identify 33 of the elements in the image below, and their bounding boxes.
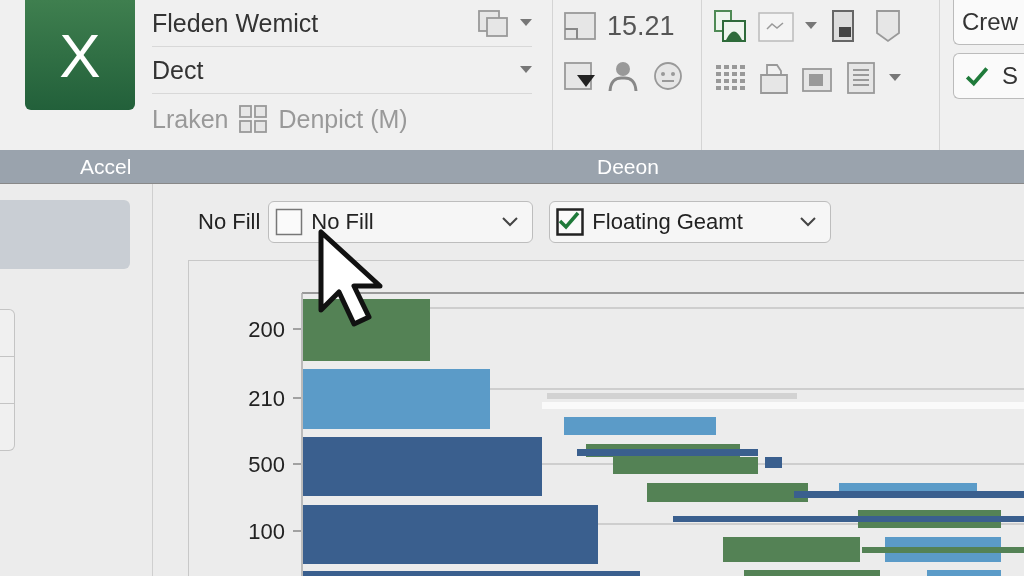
fill-label: No Fill xyxy=(198,209,261,235)
document-filter-icon[interactable] xyxy=(563,59,597,93)
style-dropdown[interactable]: Dect xyxy=(152,47,532,94)
window-icon[interactable] xyxy=(563,9,597,43)
caret-icon xyxy=(805,22,817,30)
floating-dropdown[interactable]: Floating Geamt xyxy=(549,201,832,243)
line-chart-icon[interactable] xyxy=(757,9,795,43)
ribbon-button[interactable]: Crew xyxy=(953,0,1024,45)
cursor-icon xyxy=(318,229,383,327)
axis-label: 100 xyxy=(248,519,285,544)
chevron-down-icon xyxy=(800,217,817,227)
image-copy-icon[interactable] xyxy=(713,9,747,43)
ribbon-button[interactable]: S xyxy=(953,53,1024,99)
grid-icon[interactable] xyxy=(238,104,269,134)
group-label: Accel xyxy=(80,154,132,179)
size-value: 15.21 xyxy=(607,10,675,42)
checkbox[interactable] xyxy=(556,208,585,236)
axis-label: 500 xyxy=(248,452,285,477)
checkbox[interactable] xyxy=(275,208,304,236)
smiley-icon[interactable] xyxy=(651,59,685,93)
app-logo: X xyxy=(25,0,135,110)
font-name-dropdown[interactable]: Fleden Wemict xyxy=(152,0,532,47)
caret-icon xyxy=(889,74,901,82)
caret-icon xyxy=(520,19,532,27)
group-label: Deeon xyxy=(597,154,659,179)
chevron-down-icon xyxy=(502,217,519,227)
info-label: Denpict (M) xyxy=(278,104,408,134)
axis-label: 210 xyxy=(248,386,285,411)
caret-icon xyxy=(520,66,532,74)
folder-icon[interactable] xyxy=(757,61,791,95)
info-label: Lraken xyxy=(152,104,229,134)
axis-label: 200 xyxy=(248,317,285,342)
fill-dropdown[interactable]: No Fill xyxy=(268,201,534,243)
